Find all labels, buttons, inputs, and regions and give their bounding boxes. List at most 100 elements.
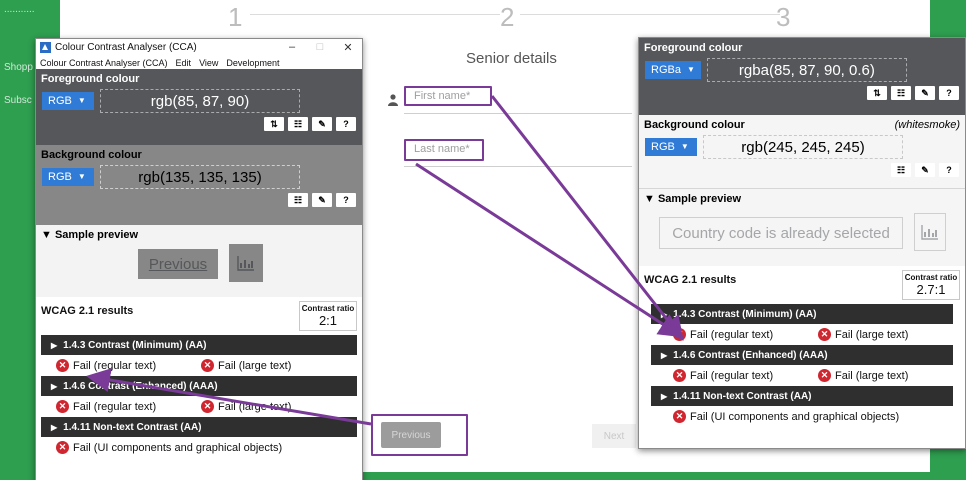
background-title-row: Background colour (whitesmoke) <box>639 115 965 133</box>
close-icon[interactable]: ✕ <box>334 41 362 54</box>
cca-window-left: Colour Contrast Analyser (CCA) – □ ✕ Col… <box>35 38 363 480</box>
step-3: 3 <box>776 2 791 32</box>
fail-text: Fail (regular text) <box>690 328 774 341</box>
preview-sample: Previous <box>138 249 218 279</box>
preview-sample: Country code is already selected <box>659 217 903 249</box>
swap-icon[interactable]: ⇅ <box>264 117 284 131</box>
left-nav-link[interactable]: ........... <box>4 4 35 15</box>
fail-text: Fail (UI components and graphical object… <box>73 441 283 454</box>
minimize-icon[interactable]: – <box>278 41 306 54</box>
caret-right-icon: ▶ <box>661 391 668 401</box>
form-title: Senior details <box>466 50 557 67</box>
cca-app-icon <box>40 42 51 53</box>
background-value-input[interactable]: rgb(245, 245, 245) <box>703 135 903 159</box>
background-format-select[interactable]: RGB ▼ <box>42 168 94 186</box>
chevron-down-icon: ▼ <box>77 96 86 105</box>
fail-icon: ✕ <box>56 359 69 372</box>
foreground-title: Foreground colour <box>644 42 743 54</box>
contrast-ratio-label: Contrast ratio <box>301 304 355 313</box>
help-icon[interactable]: ? <box>336 193 356 207</box>
help-icon[interactable]: ? <box>939 163 959 177</box>
fail-icon: ✕ <box>56 441 69 454</box>
color-name: (whitesmoke) <box>894 119 960 131</box>
menu-development[interactable]: Development <box>226 58 279 68</box>
maximize-icon[interactable]: □ <box>306 41 334 54</box>
menu-edit[interactable]: Edit <box>176 58 192 68</box>
fail-text: Fail (large text) <box>218 359 292 372</box>
help-icon[interactable]: ? <box>336 117 356 131</box>
foreground-value-input[interactable]: rgba(85, 87, 90, 0.6) <box>706 58 907 82</box>
fail-text: Fail (UI components and graphical object… <box>690 410 900 423</box>
background-title: Background colour <box>41 149 142 161</box>
criterion-name: 1.4.3 Contrast (Minimum) (AA) <box>673 308 817 320</box>
chart-icon[interactable] <box>914 213 946 251</box>
caret-right-icon: ▶ <box>661 350 668 360</box>
chevron-down-icon: ▼ <box>77 172 86 181</box>
foreground-format-select[interactable]: RGBa ▼ <box>645 61 701 79</box>
foreground-value-input[interactable]: rgb(85, 87, 90) <box>100 89 300 113</box>
background-value-input[interactable]: rgb(135, 135, 135) <box>100 165 300 189</box>
fail-icon: ✕ <box>673 410 686 423</box>
contrast-ratio-box: Contrast ratio 2:1 <box>299 301 357 331</box>
criterion-header[interactable]: ▶ 1.4.3 Contrast (Minimum) (AA) <box>651 304 953 324</box>
contrast-ratio-value: 2.7:1 <box>916 282 946 297</box>
previous-button-highlight <box>371 414 468 456</box>
fail-icon: ✕ <box>201 359 214 372</box>
preview-section: ▼ Sample preview Country code is already… <box>639 188 965 266</box>
fail-icon: ✕ <box>673 369 686 382</box>
foreground-title: Foreground colour <box>41 73 140 85</box>
sliders-icon[interactable]: ☷ <box>891 86 911 100</box>
preview-section: ▼ Sample preview Previous <box>36 225 362 297</box>
sliders-icon[interactable]: ☷ <box>288 117 308 131</box>
help-icon[interactable]: ? <box>939 86 959 100</box>
eyedropper-icon[interactable]: ✎ <box>312 117 332 131</box>
format-label: RGB <box>48 95 72 107</box>
eyedropper-icon[interactable]: ✎ <box>312 193 332 207</box>
preview-title[interactable]: ▼ Sample preview <box>36 225 362 243</box>
fail-icon: ✕ <box>818 328 831 341</box>
person-icon <box>388 94 398 106</box>
window-title: Colour Contrast Analyser (CCA) <box>55 42 197 53</box>
contrast-ratio-label: Contrast ratio <box>904 273 958 282</box>
background-format-select[interactable]: RGB ▼ <box>645 138 697 156</box>
criterion-name: 1.4.6 Contrast (Enhanced) (AAA) <box>63 380 218 392</box>
background-section: Background colour RGB ▼ rgb(135, 135, 13… <box>36 145 362 225</box>
menu-bar: Colour Contrast Analyser (CCA) Edit View… <box>36 56 362 69</box>
criterion-name: 1.4.3 Contrast (Minimum) (AA) <box>63 339 207 351</box>
foreground-format-select[interactable]: RGB ▼ <box>42 92 94 110</box>
criterion-header[interactable]: ▶ 1.4.11 Non-text Contrast (AA) <box>651 386 953 406</box>
fail-text: Fail (regular text) <box>73 359 157 372</box>
eyedropper-icon[interactable]: ✎ <box>915 86 935 100</box>
fail-icon: ✕ <box>673 328 686 341</box>
left-nav-link[interactable]: Subsc <box>4 95 32 106</box>
first-name-highlight <box>404 86 492 106</box>
caret-right-icon: ▶ <box>51 340 58 350</box>
sliders-icon[interactable]: ☷ <box>288 193 308 207</box>
chevron-down-icon: ▼ <box>680 142 689 151</box>
menu-view[interactable]: View <box>199 58 218 68</box>
caret-right-icon: ▶ <box>661 309 668 319</box>
swap-icon[interactable]: ⇅ <box>867 86 887 100</box>
caret-right-icon: ▶ <box>51 381 58 391</box>
last-name-highlight <box>404 139 484 161</box>
fail-text: Fail (large text) <box>218 400 292 413</box>
menu-app[interactable]: Colour Contrast Analyser (CCA) <box>40 58 168 68</box>
chevron-down-icon: ▼ <box>686 65 695 74</box>
step-2: 2 <box>500 2 515 32</box>
next-button[interactable]: Next <box>592 424 636 448</box>
criterion-header[interactable]: ▶ 1.4.3 Contrast (Minimum) (AA) <box>41 335 357 355</box>
left-nav-link[interactable]: Shopp <box>4 62 33 73</box>
criterion-header[interactable]: ▶ 1.4.6 Contrast (Enhanced) (AAA) <box>41 376 357 396</box>
criterion-header[interactable]: ▶ 1.4.6 Contrast (Enhanced) (AAA) <box>651 345 953 365</box>
format-label: RGB <box>48 171 72 183</box>
sliders-icon[interactable]: ☷ <box>891 163 911 177</box>
fail-icon: ✕ <box>201 400 214 413</box>
fail-text: Fail (large text) <box>835 369 909 382</box>
preview-title[interactable]: ▼ Sample preview <box>639 189 965 207</box>
eyedropper-icon[interactable]: ✎ <box>915 163 935 177</box>
fail-text: Fail (large text) <box>835 328 909 341</box>
criterion-name: 1.4.11 Non-text Contrast (AA) <box>673 390 812 402</box>
chart-icon[interactable] <box>229 244 263 282</box>
criterion-header[interactable]: ▶ 1.4.11 Non-text Contrast (AA) <box>41 417 357 437</box>
foreground-section: Foreground colour RGBa ▼ rgba(85, 87, 90… <box>639 38 965 115</box>
